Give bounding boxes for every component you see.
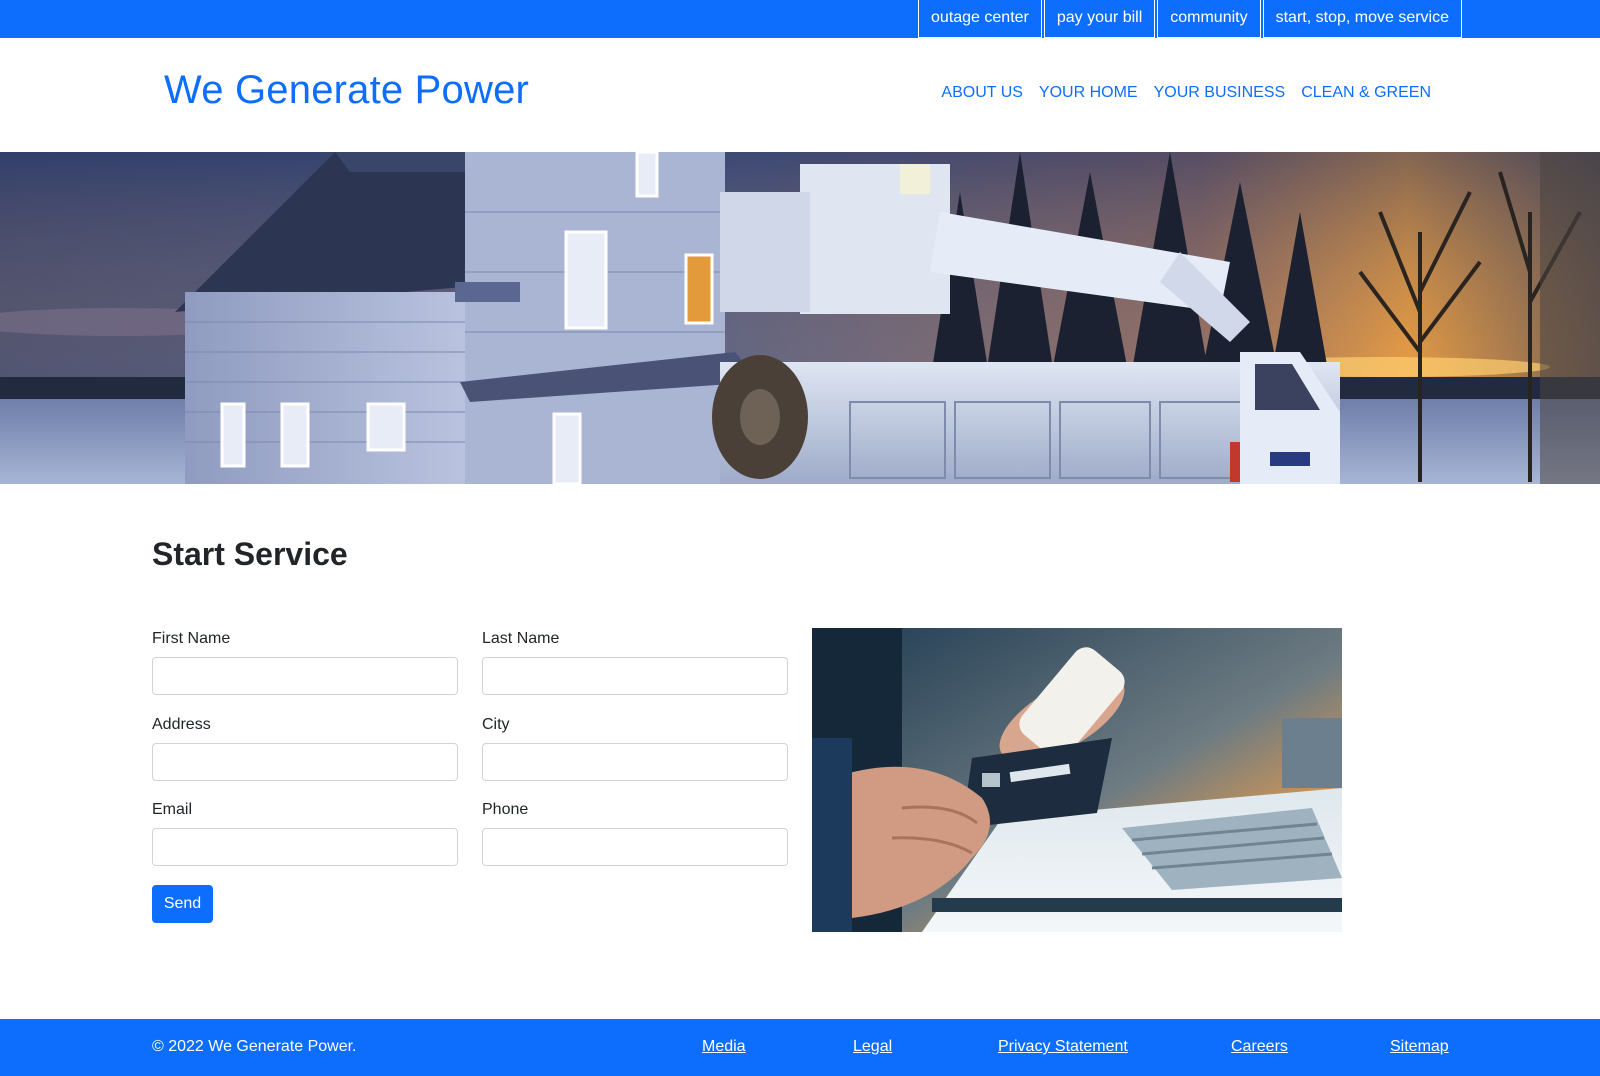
brand-logo-text[interactable]: We Generate Power — [164, 68, 529, 113]
nav-item-your-business[interactable]: YOUR BUSINESS — [1154, 84, 1286, 102]
nav-item-clean-green[interactable]: CLEAN & GREEN — [1301, 84, 1431, 102]
email-input[interactable] — [152, 828, 458, 866]
utility-link-community[interactable]: community — [1157, 0, 1261, 38]
main-nav: ABOUT US YOUR HOME YOUR BUSINESS CLEAN &… — [941, 84, 1431, 102]
phone-input[interactable] — [482, 828, 788, 866]
last-name-input[interactable] — [482, 657, 788, 695]
nav-item-about-us[interactable]: ABOUT US — [941, 84, 1023, 102]
site-header: We Generate Power ABOUT US YOUR HOME YOU… — [0, 38, 1600, 152]
utility-link-pay-your-bill[interactable]: pay your bill — [1043, 0, 1156, 38]
footer-link-media[interactable]: Media — [702, 1038, 746, 1056]
email-group: Email — [152, 801, 458, 866]
footer-link-privacy-statement[interactable]: Privacy Statement — [998, 1038, 1128, 1056]
copyright-text: © 2022 We Generate Power. — [152, 1038, 357, 1055]
site-footer: © 2022 We Generate Power. Media Legal Pr… — [0, 1019, 1600, 1076]
utility-nav: outage center pay your bill community st… — [916, 0, 1462, 38]
address-group: Address — [152, 716, 458, 781]
address-input[interactable] — [152, 743, 458, 781]
last-name-group: Last Name — [482, 630, 788, 695]
footer-link-sitemap[interactable]: Sitemap — [1390, 1038, 1449, 1056]
address-label: Address — [152, 716, 211, 733]
city-label: City — [482, 716, 510, 733]
hero-image — [0, 152, 1600, 484]
last-name-label: Last Name — [482, 630, 560, 647]
first-name-label: First Name — [152, 630, 231, 647]
phone-group: Phone — [482, 801, 788, 866]
city-input[interactable] — [482, 743, 788, 781]
payment-photo — [812, 628, 1342, 932]
utility-bar: outage center pay your bill community st… — [0, 0, 1600, 38]
nav-item-your-home[interactable]: YOUR HOME — [1039, 84, 1138, 102]
utility-link-outage-center[interactable]: outage center — [918, 0, 1042, 38]
send-button[interactable]: Send — [152, 885, 213, 923]
page-title: Start Service — [152, 536, 348, 572]
first-name-input[interactable] — [152, 657, 458, 695]
first-name-group: First Name — [152, 630, 458, 695]
footer-link-careers[interactable]: Careers — [1231, 1038, 1288, 1056]
utility-link-start-stop-move-service[interactable]: start, stop, move service — [1262, 0, 1462, 38]
phone-label: Phone — [482, 801, 529, 818]
city-group: City — [482, 716, 788, 781]
footer-link-legal[interactable]: Legal — [853, 1038, 892, 1056]
email-label: Email — [152, 801, 193, 818]
